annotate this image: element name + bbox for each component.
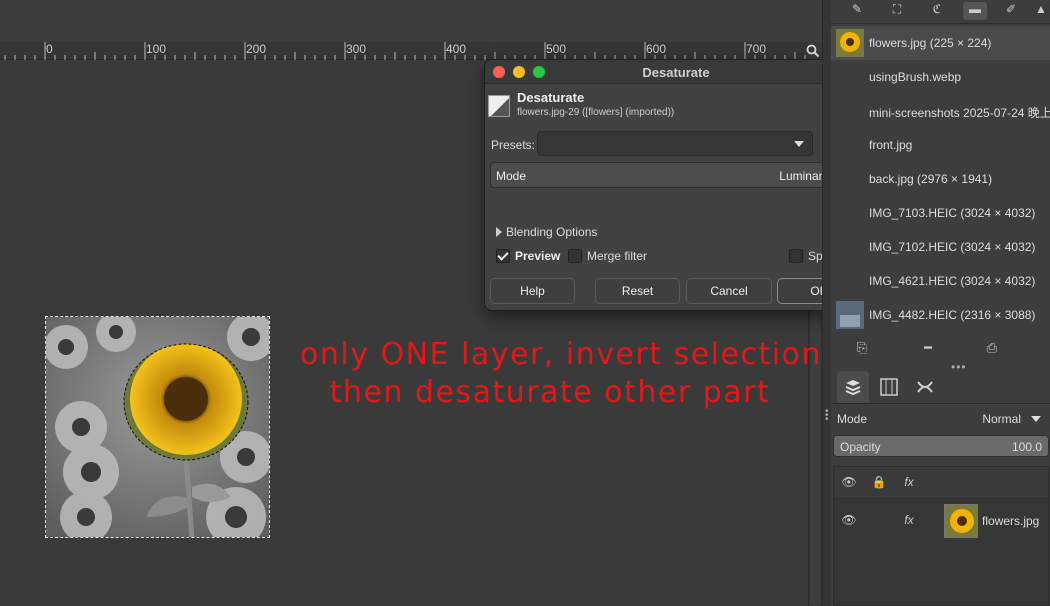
lock-icon[interactable]: 🔒: [870, 475, 888, 491]
tab-paths[interactable]: [909, 371, 941, 403]
help-button[interactable]: Help: [490, 278, 575, 304]
mode-dropdown[interactable]: Mode Luminance: [490, 162, 861, 188]
images-list: flowers.jpg (225 × 224) usingBrush.webp …: [831, 26, 1050, 332]
list-item[interactable]: usingBrush.webp: [831, 60, 1050, 94]
warning-icon[interactable]: ▲: [1029, 2, 1050, 20]
fx-icon[interactable]: fx: [900, 513, 918, 529]
ruler-label: 300: [346, 42, 367, 56]
layer-mode-value: Normal: [982, 412, 1021, 426]
brush-icon[interactable]: ✎: [845, 2, 869, 20]
layers-list: 👁 fx flowers.jpg: [833, 498, 1049, 606]
remove-icon[interactable]: ━: [919, 340, 937, 356]
ruler-label: 600: [646, 42, 667, 56]
panel-resize-handle[interactable]: • • •: [823, 0, 831, 606]
list-item[interactable]: IMG_7102.HEIC (3024 × 4032): [831, 230, 1050, 264]
pattern-icon[interactable]: ▬: [963, 2, 987, 20]
zoom-icon[interactable]: [806, 44, 820, 58]
annotation-text: only ONE layer, invert selection, then d…: [300, 336, 833, 412]
annotation-line-1: only ONE layer, invert selection,: [300, 337, 833, 372]
selection-icon[interactable]: ⛶: [885, 2, 909, 20]
list-item[interactable]: mini-screenshots 2025-07-24 晚上9: [831, 94, 1050, 128]
visibility-eye-icon[interactable]: 👁: [840, 513, 858, 529]
pencil-icon[interactable]: ✐: [999, 2, 1023, 20]
channels-icon: [880, 378, 898, 396]
dialog-heading: Desaturate: [517, 90, 585, 105]
preview-checkbox[interactable]: [496, 249, 510, 263]
canvas-top-strip: [0, 0, 822, 42]
ruler-label: 100: [146, 42, 167, 56]
horizontal-ruler[interactable]: 0 100 200 300 400 500 600 700: [0, 42, 808, 60]
image-canvas[interactable]: [45, 316, 270, 538]
list-item[interactable]: IMG_4621.HEIC (3024 × 4032): [831, 264, 1050, 298]
layer-mode-dropdown[interactable]: Mode Normal: [831, 406, 1050, 432]
flowers-image: [46, 317, 269, 537]
grip-icon: • • •: [825, 406, 829, 425]
image-thumbnail: [836, 301, 864, 329]
paths-icon: [917, 381, 933, 393]
brush-tools-strip: ✎ ⛶ ℭ ▬ ✐ ▲: [831, 0, 1050, 24]
ruler-label: 0: [46, 42, 53, 56]
print-icon[interactable]: ⎙: [983, 340, 1001, 356]
image-name: IMG_7102.HEIC (3024 × 4032): [869, 240, 1036, 254]
text-icon[interactable]: ℭ: [925, 2, 949, 20]
presets-dropdown[interactable]: [537, 131, 813, 156]
split-view-checkbox[interactable]: [789, 249, 803, 263]
mode-label: Mode: [496, 169, 527, 183]
ruler-label: 200: [246, 42, 267, 56]
dialog-title: Desaturate: [642, 65, 710, 80]
image-name: IMG_4482.HEIC (2316 × 3088): [869, 308, 1036, 322]
chevron-down-icon: [794, 141, 804, 147]
expander-arrow-icon[interactable]: [496, 227, 502, 237]
presets-label: Presets:: [491, 138, 536, 152]
list-item[interactable]: back.jpg (2976 × 1941): [831, 162, 1050, 196]
tab-layers[interactable]: [837, 371, 869, 403]
tab-channels[interactable]: [873, 371, 905, 403]
image-name: back.jpg (2976 × 1941): [869, 172, 993, 186]
dialog-titlebar[interactable]: Desaturate: [485, 60, 867, 84]
desaturate-dialog: Desaturate Desaturate flowers.jpg-29 ([f…: [484, 59, 868, 311]
layers-tabs: [831, 368, 1050, 404]
ruler-label: 400: [446, 42, 467, 56]
image-thumbnail: [836, 29, 864, 57]
right-dock-panel: • • • ✎ ⛶ ℭ ▬ ✐ ▲ flowers.jpg (225 × 224) …: [822, 0, 1050, 606]
ruler-label: 700: [746, 42, 767, 56]
layers-header: 👁 🔒 fx: [833, 466, 1049, 498]
image-name: IMG_4621.HEIC (3024 × 4032): [869, 274, 1036, 288]
dialog-subheading: flowers.jpg-29 ([flowers] (imported)): [517, 107, 675, 118]
image-name: flowers.jpg (225 × 224): [869, 36, 992, 50]
merge-filter-checkbox[interactable]: [568, 249, 582, 263]
image-name: usingBrush.webp: [869, 70, 962, 84]
layer-thumbnail: [944, 504, 978, 538]
list-item[interactable]: front.jpg: [831, 128, 1050, 162]
desaturate-icon: [488, 95, 510, 117]
ruler-ticks: [4, 42, 806, 60]
image-name: front.jpg: [869, 138, 913, 152]
blending-options-expander[interactable]: Blending Options: [506, 225, 597, 239]
reset-button[interactable]: Reset: [595, 278, 680, 304]
gimp-window: 0 100 200 300 400 500 600 700 only ONE l…: [0, 0, 1050, 606]
cancel-button[interactable]: Cancel: [686, 278, 772, 304]
merge-filter-label[interactable]: Merge filter: [587, 249, 647, 263]
image-name: IMG_7103.HEIC (3024 × 4032): [869, 206, 1036, 220]
chevron-down-icon: [1031, 416, 1041, 422]
image-name: mini-screenshots 2025-07-24 晚上9: [869, 106, 1050, 120]
eye-icon[interactable]: 👁: [840, 475, 858, 491]
layer-name[interactable]: flowers.jpg: [982, 514, 1039, 528]
opacity-value: 100.0: [1011, 440, 1042, 454]
opacity-slider[interactable]: Opacity 100.0: [833, 435, 1049, 457]
fx-icon[interactable]: fx: [900, 475, 918, 491]
layer-row[interactable]: 👁 fx flowers.jpg: [834, 501, 1048, 541]
list-item[interactable]: IMG_7103.HEIC (3024 × 4032): [831, 196, 1050, 230]
layers-icon: [845, 380, 861, 396]
layer-mode-label: Mode: [837, 412, 868, 426]
list-item[interactable]: IMG_4482.HEIC (2316 × 3088): [831, 298, 1050, 332]
opacity-label: Opacity: [840, 440, 881, 454]
images-toolbar: ⎘ ━ ⎙: [831, 334, 1050, 362]
preview-label[interactable]: Preview: [515, 249, 560, 263]
annotation-line-2: then desaturate other part: [329, 375, 771, 410]
list-item[interactable]: flowers.jpg (225 × 224): [831, 26, 1050, 60]
open-image-icon[interactable]: ⎘: [853, 340, 871, 356]
ruler-label: 500: [546, 42, 567, 56]
